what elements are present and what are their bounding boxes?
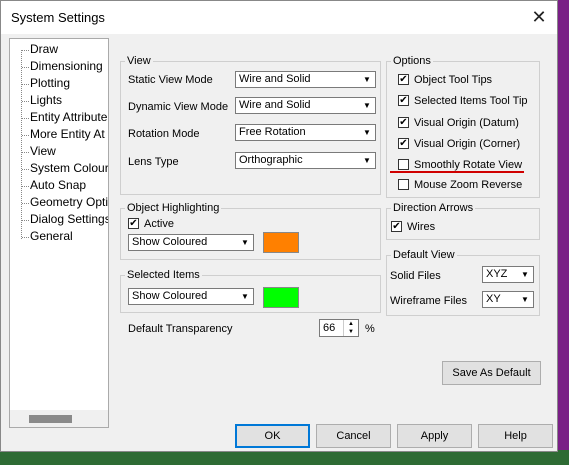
transparency-unit: %: [365, 323, 375, 335]
mouse-zoom-reverse-label: Mouse Zoom Reverse: [414, 179, 523, 191]
title-bar: System Settings ✕: [1, 1, 557, 34]
visual-origin-datum-checkbox[interactable]: ✔: [398, 117, 409, 128]
object-highlighting-mode-value: Show Coloured: [132, 236, 208, 248]
tree-item-more-entity-attributes[interactable]: More Entity At: [22, 127, 105, 141]
object-highlighting-active-label: Active: [144, 218, 174, 230]
selected-items-tool-tip-checkbox[interactable]: ✔: [398, 95, 409, 106]
ok-button[interactable]: OK: [235, 424, 310, 448]
tree-item-system-colours[interactable]: System Colour: [22, 161, 108, 175]
solid-files-label: Solid Files: [390, 270, 441, 282]
rotation-mode-label: Rotation Mode: [128, 128, 200, 140]
cancel-button[interactable]: Cancel: [316, 424, 391, 448]
object-highlighting-legend: Object Highlighting: [127, 202, 220, 214]
tree-item-dimensioning[interactable]: Dimensioning: [22, 59, 103, 73]
object-highlighting-mode-select[interactable]: Show Coloured ▼: [128, 234, 254, 251]
dynamic-view-mode-select[interactable]: Wire and Solid ▼: [235, 97, 376, 114]
visual-origin-datum-label: Visual Origin (Datum): [414, 117, 519, 129]
mouse-zoom-reverse-checkbox[interactable]: [398, 179, 409, 190]
rotation-mode-value: Free Rotation: [239, 126, 306, 138]
rotation-mode-select[interactable]: Free Rotation ▼: [235, 124, 376, 141]
horizontal-scrollbar[interactable]: [10, 410, 108, 427]
selected-items-legend: Selected Items: [127, 269, 200, 281]
solid-files-value: XYZ: [486, 268, 508, 280]
red-underline-annotation: [390, 171, 524, 173]
apply-button[interactable]: Apply: [397, 424, 472, 448]
chevron-down-icon: ▼: [363, 128, 371, 137]
chevron-down-icon: ▼: [363, 156, 371, 165]
scrollbar-thumb[interactable]: [29, 415, 72, 423]
wireframe-files-label: Wireframe Files: [390, 295, 468, 307]
tree-item-auto-snap[interactable]: Auto Snap: [21, 178, 86, 192]
tree-item-entity-attributes[interactable]: Entity Attribute: [21, 110, 107, 124]
default-view-legend: Default View: [393, 249, 455, 261]
wires-label: Wires: [407, 221, 436, 233]
background-bottom: [0, 450, 569, 465]
selected-items-mode-value: Show Coloured: [132, 290, 208, 302]
chevron-down-icon: ▼: [521, 270, 529, 279]
default-transparency-value: 66: [323, 322, 336, 334]
settings-tree[interactable]: Draw Dimensioning Plotting Lights Entity…: [9, 38, 109, 428]
default-transparency-spinner[interactable]: 66 ▲ ▼: [319, 319, 359, 337]
lens-type-select[interactable]: Orthographic ▼: [235, 152, 376, 169]
object-highlighting-group: Object Highlighting: [120, 202, 381, 260]
smoothly-rotate-view-checkbox[interactable]: [398, 159, 409, 170]
save-as-default-button[interactable]: Save As Default: [442, 361, 541, 385]
selected-items-mode-select[interactable]: Show Coloured ▼: [128, 288, 254, 305]
object-tool-tips-label: Object Tool Tips: [414, 74, 493, 86]
chevron-down-icon: ▼: [363, 75, 371, 84]
wireframe-files-value: XY: [486, 293, 501, 305]
options-group-legend: Options: [393, 55, 431, 67]
spin-up-icon[interactable]: ▲: [343, 320, 358, 328]
tree-item-plotting[interactable]: Plotting: [21, 76, 70, 90]
tree-item-draw[interactable]: Draw: [21, 42, 58, 56]
tree-item-lights[interactable]: Lights: [21, 93, 62, 107]
smoothly-rotate-view-label: Smoothly Rotate View: [414, 159, 523, 171]
static-view-mode-value: Wire and Solid: [239, 73, 311, 85]
chevron-down-icon: ▼: [363, 101, 371, 110]
spin-down-icon[interactable]: ▼: [343, 328, 358, 336]
lens-type-label: Lens Type: [128, 156, 179, 168]
tree-item-general[interactable]: General: [22, 229, 73, 243]
wires-checkbox[interactable]: ✔: [391, 221, 402, 232]
tree-item-view[interactable]: View: [22, 144, 56, 158]
tree-item-dialog-settings[interactable]: Dialog Settings: [22, 212, 108, 226]
object-tool-tips-checkbox[interactable]: ✔: [398, 74, 409, 85]
object-highlighting-color-swatch[interactable]: [263, 232, 299, 253]
tree-item-geometry-options[interactable]: Geometry Opti: [21, 195, 108, 209]
visual-origin-corner-checkbox[interactable]: ✔: [398, 138, 409, 149]
dynamic-view-mode-label: Dynamic View Mode: [128, 101, 229, 113]
tree-connector: [21, 50, 22, 239]
chevron-down-icon: ▼: [241, 292, 249, 301]
static-view-mode-select[interactable]: Wire and Solid ▼: [235, 71, 376, 88]
help-button[interactable]: Help: [478, 424, 553, 448]
dynamic-view-mode-value: Wire and Solid: [239, 99, 311, 111]
system-settings-dialog: System Settings ✕ Draw Dimensioning Plot…: [0, 0, 558, 452]
background-right: [557, 0, 569, 465]
default-transparency-label: Default Transparency: [128, 323, 233, 335]
wireframe-files-select[interactable]: XY ▼: [482, 291, 534, 308]
static-view-mode-label: Static View Mode: [128, 74, 213, 86]
window-title: System Settings: [11, 10, 105, 25]
chevron-down-icon: ▼: [241, 238, 249, 247]
visual-origin-corner-label: Visual Origin (Corner): [414, 138, 521, 150]
view-group-legend: View: [127, 55, 151, 67]
lens-type-value: Orthographic: [239, 154, 303, 166]
chevron-down-icon: ▼: [521, 295, 529, 304]
direction-arrows-legend: Direction Arrows: [393, 202, 474, 214]
selected-items-tool-tip-label: Selected Items Tool Tip: [414, 95, 528, 107]
solid-files-select[interactable]: XYZ ▼: [482, 266, 534, 283]
close-icon[interactable]: ✕: [529, 7, 549, 27]
selected-items-color-swatch[interactable]: [263, 287, 299, 308]
object-highlighting-active-checkbox[interactable]: ✔: [128, 218, 139, 229]
